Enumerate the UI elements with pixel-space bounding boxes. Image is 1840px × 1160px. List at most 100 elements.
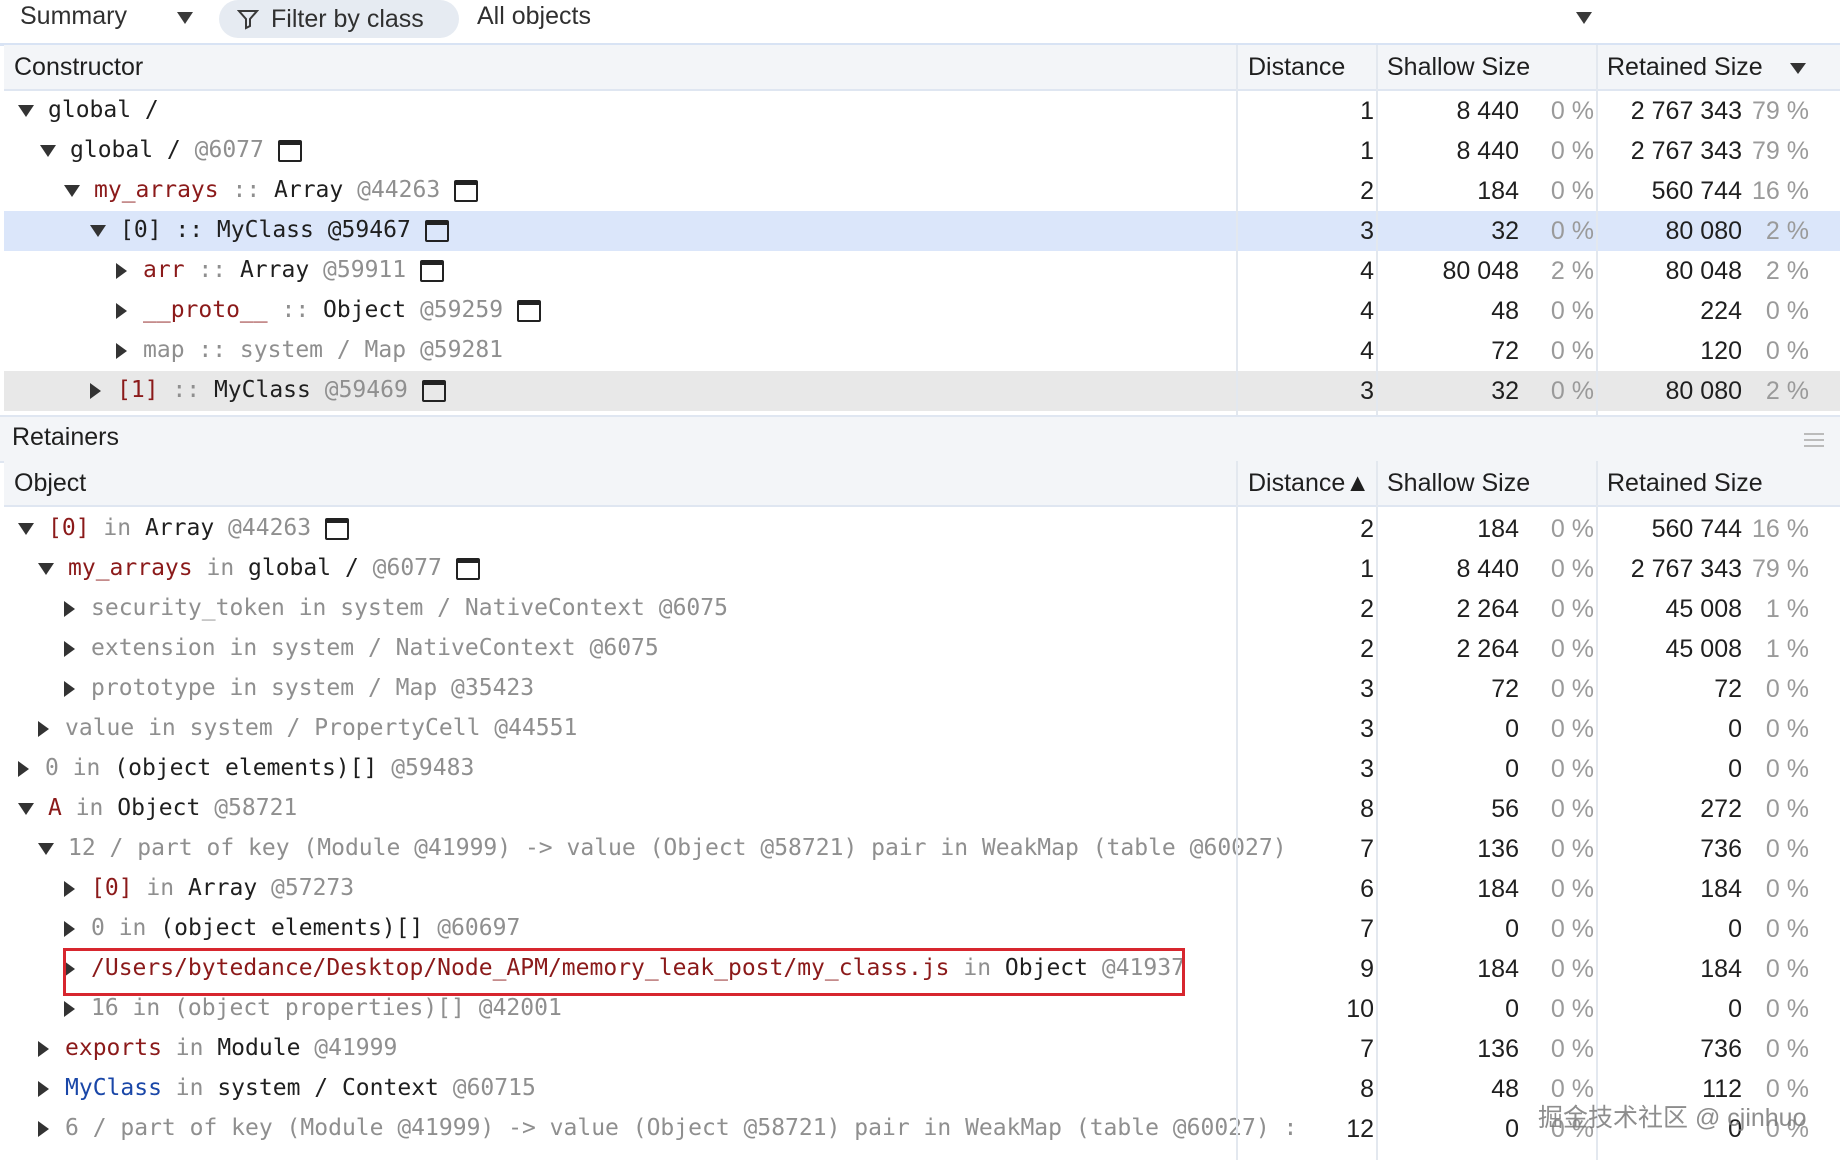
retained-size-value: 560 744	[1651, 177, 1742, 205]
retained-percent: 16 %	[1752, 515, 1809, 543]
retained-percent: 1 %	[1765, 595, 1809, 623]
name-part: Module	[217, 1035, 301, 1061]
summary-row[interactable]: map :: system / Map @59281 4 72 0 % 120 0 %	[4, 331, 1840, 371]
view-select[interactable]: Summary	[20, 2, 127, 31]
col-constructor[interactable]: Constructor	[14, 53, 143, 82]
col-retained-size[interactable]: Retained Size	[1607, 53, 1763, 82]
collapsed-triangle-icon[interactable]	[38, 720, 49, 737]
expanded-triangle-icon[interactable]	[18, 802, 34, 815]
name-part: map :: system / Map @59281	[143, 337, 504, 363]
retainer-row[interactable]: A in Object @58721 8 56 0 % 272 0 %	[4, 789, 1840, 829]
summary-row[interactable]: arr :: Array @59911 4 80 048 2 % 80 048 2 %	[4, 251, 1840, 291]
shallow-percent: 0 %	[1550, 217, 1594, 245]
shallow-size-value: 72	[1491, 337, 1519, 365]
retainer-row[interactable]: 0 in (object elements)[] @60697 7 0 0 % 0 0 %	[4, 909, 1840, 949]
name-part: @44263	[343, 177, 441, 203]
reveal-window-icon[interactable]	[277, 139, 302, 162]
summary-row[interactable]: global / @6077 1 8 440 0 % 2 767 343 79 %	[4, 131, 1840, 171]
summary-row[interactable]: [1] :: MyClass @59469 3 32 0 % 80 080 2 %	[4, 371, 1840, 411]
name-part: @57273	[257, 875, 355, 901]
col-shallow-size[interactable]: Shallow Size	[1387, 53, 1530, 82]
collapsed-triangle-icon[interactable]	[38, 1040, 49, 1057]
filter-by-class-button[interactable]: Filter by class	[219, 0, 459, 38]
retainer-row[interactable]: exports in Module @41999 7 136 0 % 736 0 %	[4, 1029, 1840, 1069]
collapsed-triangle-icon[interactable]	[18, 760, 29, 777]
retainer-row[interactable]: prototype in system / Map @35423 3 72 0 % 72…	[4, 669, 1840, 709]
shallow-size-value: 8 440	[1456, 555, 1519, 583]
chevron-down-icon[interactable]	[177, 12, 193, 24]
object-name: my_arrays :: Array @44263	[64, 177, 479, 203]
chevron-down-icon[interactable]	[1576, 12, 1592, 24]
summary-row[interactable]: __proto__ :: Object @59259 4 48 0 % 224 0 %	[4, 291, 1840, 331]
retainers-panel-header: Retainers	[0, 415, 1840, 463]
expanded-triangle-icon[interactable]	[64, 184, 80, 197]
expanded-triangle-icon[interactable]	[38, 842, 54, 855]
retainer-row[interactable]: [0] in Array @57273 6 184 0 % 184 0 %	[4, 869, 1840, 909]
name-part: @60697	[423, 915, 521, 941]
collapsed-triangle-icon[interactable]	[116, 262, 127, 279]
reveal-window-icon[interactable]	[325, 517, 350, 540]
shallow-size-value: 136	[1477, 835, 1519, 863]
expanded-triangle-icon[interactable]	[90, 224, 106, 237]
collapsed-triangle-icon[interactable]	[38, 1120, 49, 1137]
col-distance[interactable]: Distance▲	[1248, 469, 1370, 498]
retainer-row[interactable]: 0 in (object elements)[] @59483 3 0 0 % 0 0 %	[4, 749, 1840, 789]
expanded-triangle-icon[interactable]	[18, 104, 34, 117]
retainer-row[interactable]: security_token in system / NativeContext…	[4, 589, 1840, 629]
name-part: in	[132, 875, 188, 901]
col-distance[interactable]: Distance	[1248, 53, 1345, 82]
retainer-row[interactable]: value in system / PropertyCell @44551 3 0 0…	[4, 709, 1840, 749]
summary-row[interactable]: my_arrays :: Array @44263 2 184 0 % 560 744 1…	[4, 171, 1840, 211]
name-part: security_token in system / NativeContext	[91, 595, 659, 621]
col-retained-size[interactable]: Retained Size	[1607, 469, 1763, 498]
col-shallow-size[interactable]: Shallow Size	[1387, 469, 1530, 498]
retainer-row[interactable]: [0] in Array @44263 2 184 0 % 560 744 16 %	[4, 509, 1840, 549]
collapsed-triangle-icon[interactable]	[38, 1080, 49, 1097]
distance-value: 9	[1360, 955, 1374, 983]
shallow-percent: 0 %	[1550, 1035, 1594, 1063]
watermark: 掘金技术社区 @ cjinhuo	[1538, 1104, 1807, 1132]
retained-size-value: 80 080	[1665, 217, 1742, 245]
collapsed-triangle-icon[interactable]	[116, 302, 127, 319]
menu-icon[interactable]	[1804, 433, 1824, 447]
shallow-percent: 0 %	[1550, 515, 1594, 543]
retainer-row[interactable]: extension in system / NativeContext @607…	[4, 629, 1840, 669]
expanded-triangle-icon[interactable]	[18, 522, 34, 535]
collapsed-triangle-icon[interactable]	[64, 600, 75, 617]
collapsed-triangle-icon[interactable]	[90, 382, 101, 399]
shallow-size-value: 0	[1505, 995, 1519, 1023]
name-part: Array	[187, 875, 258, 901]
expanded-triangle-icon[interactable]	[38, 562, 54, 575]
collapsed-triangle-icon[interactable]	[116, 342, 127, 359]
retained-size-value: 0	[1728, 995, 1742, 1023]
summary-row[interactable]: [0] :: MyClass @59467 3 32 0 % 80 080 2 %	[4, 211, 1840, 251]
reveal-window-icon[interactable]	[420, 259, 445, 282]
col-object[interactable]: Object	[14, 469, 86, 498]
name-part: global /	[248, 555, 373, 581]
reveal-window-icon[interactable]	[517, 299, 542, 322]
shallow-percent: 0 %	[1550, 337, 1594, 365]
reveal-window-icon[interactable]	[454, 179, 479, 202]
summary-row[interactable]: global / 1 8 440 0 % 2 767 343 79 %	[4, 91, 1840, 131]
retainers-header: Object Distance▲ Shallow Size Retained S…	[4, 461, 1840, 507]
collapsed-triangle-icon[interactable]	[64, 880, 75, 897]
object-name: MyClass in system / Context @60715	[38, 1075, 536, 1101]
shallow-percent: 0 %	[1550, 555, 1594, 583]
collapsed-triangle-icon[interactable]	[64, 680, 75, 697]
objects-select[interactable]: All objects	[477, 2, 591, 31]
reveal-window-icon[interactable]	[424, 219, 449, 242]
expanded-triangle-icon[interactable]	[40, 144, 56, 157]
retainer-row[interactable]: my_arrays in global / @6077 1 8 440 0 % 2 76…	[4, 549, 1840, 589]
collapsed-triangle-icon[interactable]	[64, 920, 75, 937]
reveal-window-icon[interactable]	[421, 379, 446, 402]
object-name: [0] :: MyClass @59467	[90, 217, 449, 243]
collapsed-triangle-icon[interactable]	[64, 1000, 75, 1017]
retainer-row[interactable]: 12 / part of key (Module @41999) -> valu…	[4, 829, 1840, 869]
name-part: 0	[91, 915, 105, 941]
reveal-window-icon[interactable]	[455, 557, 480, 580]
collapsed-triangle-icon[interactable]	[64, 640, 75, 657]
retainers-title: Retainers	[12, 423, 119, 451]
retained-percent: 2 %	[1765, 217, 1809, 245]
name-part: value in system / PropertyCell	[65, 715, 495, 741]
shallow-percent: 0 %	[1550, 595, 1594, 623]
